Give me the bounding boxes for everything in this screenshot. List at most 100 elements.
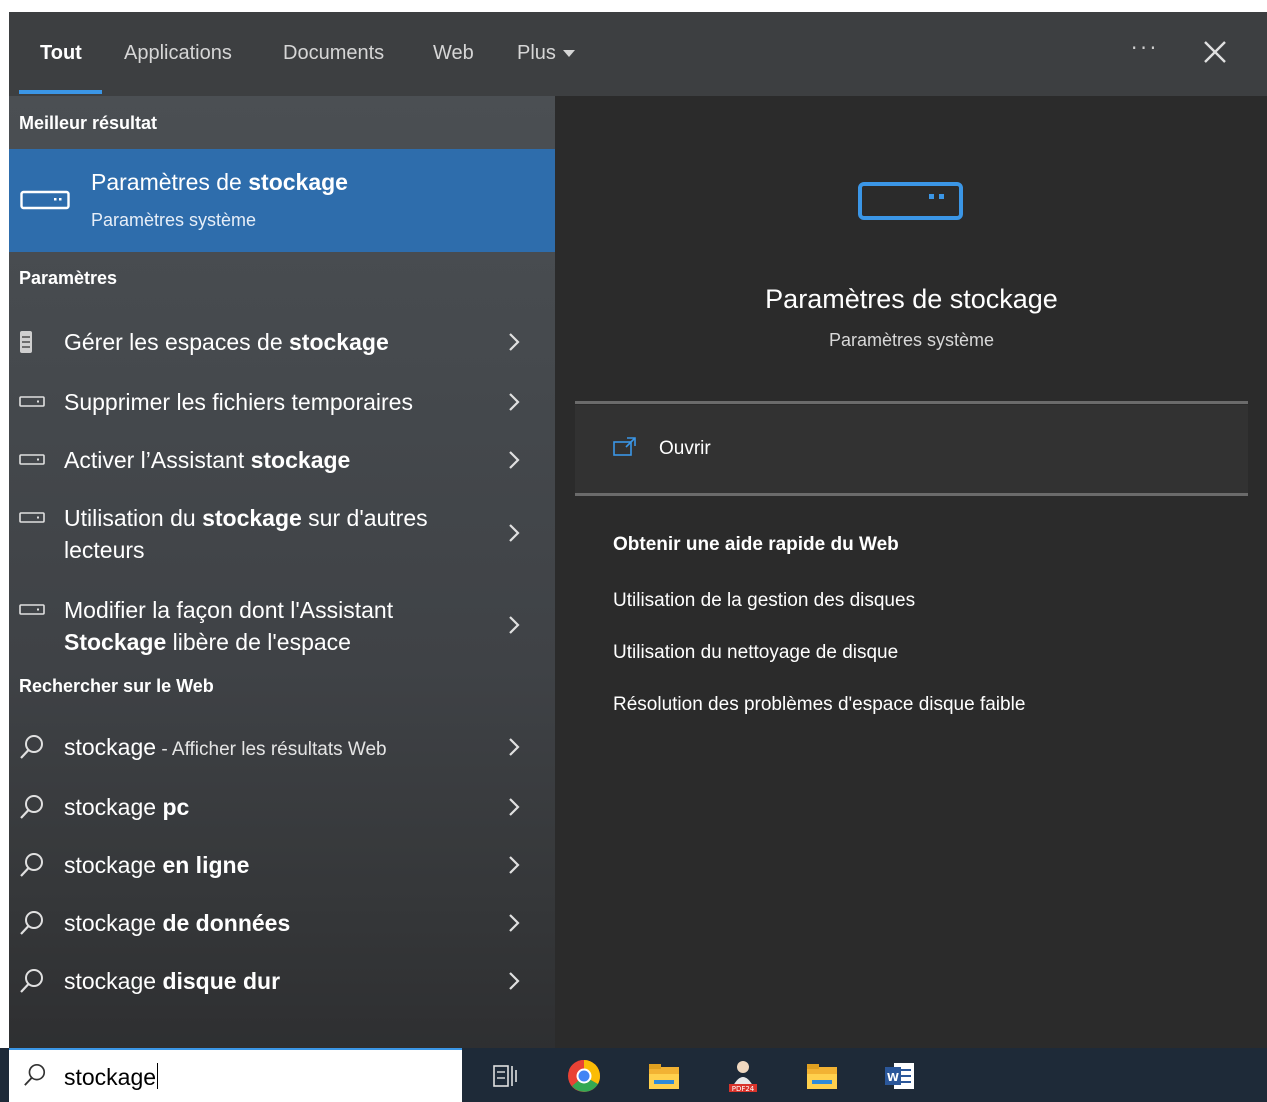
web-search-item[interactable]: stockage de données — [9, 896, 555, 948]
search-window: Tout Applications Documents Web Plus ···… — [9, 12, 1267, 1048]
tab-more[interactable]: Plus — [517, 42, 575, 65]
settings-item-manage-spaces[interactable]: Gérer les espaces de stockage — [9, 316, 555, 368]
label-bold: stockage — [250, 447, 351, 473]
chevron-right-icon — [509, 333, 520, 351]
search-text: stockage — [64, 1064, 157, 1090]
pdf24-icon[interactable]: PDF24 — [725, 1058, 761, 1094]
best-match-title-bold: stockage — [248, 169, 348, 195]
tab-applications[interactable]: Applications — [124, 42, 232, 65]
open-button[interactable]: Ouvrir — [575, 405, 1248, 493]
chevron-down-icon — [562, 50, 575, 58]
label-bold: disque dur — [162, 968, 281, 994]
label-text: lecteurs — [64, 537, 145, 563]
settings-item-label: Gérer les espaces de stockage — [64, 326, 389, 358]
search-icon — [20, 969, 43, 993]
label-bold: en ligne — [162, 852, 250, 878]
web-search-header: Rechercher sur le Web — [19, 676, 214, 696]
more-options-button[interactable]: ··· — [1131, 36, 1159, 60]
best-match-subtitle: Paramètres système — [91, 210, 257, 230]
open-label: Ouvrir — [659, 438, 711, 459]
web-search-label: stockage - Afficher les résultats Web — [64, 731, 387, 766]
settings-item-other-drives[interactable]: Utilisation du stockage sur d'autres lec… — [9, 492, 555, 574]
close-icon — [1204, 41, 1226, 63]
label-bold: stockage — [202, 505, 302, 531]
web-search-label: stockage de données — [64, 907, 290, 939]
tab-web[interactable]: Web — [433, 42, 474, 65]
label-text: stockage — [64, 968, 163, 994]
svg-text:W: W — [887, 1071, 899, 1084]
chevron-right-icon — [509, 972, 520, 990]
web-help-link[interactable]: Utilisation de la gestion des disques — [613, 590, 915, 612]
folder-icon[interactable] — [804, 1058, 840, 1094]
label-text: Utilisation du — [64, 505, 203, 531]
tab-documents[interactable]: Documents — [283, 42, 384, 65]
web-search-label: stockage disque dur — [64, 965, 280, 997]
search-icon — [20, 853, 43, 877]
preview-header: Paramètres de stockage Paramètres systèm… — [575, 116, 1248, 401]
best-match-header: Meilleur résultat — [19, 113, 158, 133]
chevron-right-icon — [509, 393, 520, 411]
storage-drive-icon — [20, 190, 70, 210]
chevron-right-icon — [509, 798, 520, 816]
web-search-label: stockage pc — [64, 791, 189, 823]
search-icon — [20, 735, 43, 759]
label-hint: - Afficher les résultats Web — [156, 739, 387, 760]
preview-subtitle: Paramètres système — [828, 330, 995, 350]
label-text: Activer l’Assistant — [64, 447, 251, 473]
chrome-icon[interactable] — [566, 1058, 602, 1094]
close-button[interactable] — [1197, 34, 1233, 70]
chevron-right-icon — [509, 914, 520, 932]
settings-item-label: Modifier la façon dont l'Assistant Stock… — [64, 594, 393, 658]
search-input-value: stockage — [64, 1063, 159, 1091]
web-help-header: Obtenir une aide rapide du Web — [613, 534, 899, 555]
word-icon[interactable]: W — [882, 1058, 918, 1094]
web-help-link[interactable]: Utilisation du nettoyage de disque — [613, 642, 898, 664]
task-view-icon[interactable] — [488, 1058, 524, 1094]
chevron-right-icon — [509, 856, 520, 874]
taskbar: stockage PDF24 W — [0, 1048, 1267, 1102]
preview-title: Paramètres de stockage — [765, 284, 1058, 314]
label-bold: pc — [162, 794, 190, 820]
label-text: stockage — [64, 794, 163, 820]
results-panel: Meilleur résultat Paramètres de stockage… — [9, 96, 555, 1048]
open-external-icon — [613, 437, 636, 456]
drive-icon — [19, 454, 45, 465]
web-search-item[interactable]: stockage - Afficher les résultats Web — [9, 720, 555, 772]
label-bold: de données — [162, 910, 291, 936]
settings-item-storage-sense[interactable]: Activer l’Assistant stockage — [9, 434, 555, 486]
tab-all[interactable]: Tout — [40, 42, 82, 65]
search-icon — [20, 911, 43, 935]
storage-drive-icon — [858, 182, 963, 220]
label-text: stockage — [64, 910, 163, 936]
settings-header: Paramètres — [19, 268, 118, 288]
drive-icon — [19, 604, 45, 615]
best-match-item[interactable]: Paramètres de stockage Paramètres systèm… — [9, 149, 555, 252]
label-text: Gérer les espaces de — [64, 329, 290, 355]
settings-item-storage-sense-config[interactable]: Modifier la façon dont l'Assistant Stock… — [9, 584, 555, 666]
search-input[interactable]: stockage — [9, 1048, 462, 1102]
web-search-item[interactable]: stockage pc — [9, 780, 555, 832]
settings-item-delete-temp[interactable]: Supprimer les fichiers temporaires — [9, 376, 555, 428]
search-icon — [20, 795, 43, 819]
label-text: stockage — [64, 852, 163, 878]
text-caret — [157, 1063, 159, 1089]
chevron-right-icon — [509, 524, 520, 542]
divider — [575, 401, 1248, 404]
label-text: sur d'autres — [301, 505, 428, 531]
file-explorer-icon[interactable] — [646, 1058, 682, 1094]
divider — [575, 493, 1248, 496]
search-tab-bar: Tout Applications Documents Web Plus ··· — [9, 12, 1267, 96]
web-search-item[interactable]: stockage disque dur — [9, 954, 555, 1006]
settings-item-label: Utilisation du stockage sur d'autres lec… — [64, 502, 428, 566]
web-help-link[interactable]: Résolution des problèmes d'espace disque… — [613, 694, 1025, 716]
settings-item-label: Supprimer les fichiers temporaires — [64, 389, 413, 415]
label-text: libère de l'espace — [166, 629, 351, 655]
web-search-item[interactable]: stockage en ligne — [9, 838, 555, 890]
search-icon — [24, 1064, 46, 1086]
label-bold: Stockage — [64, 629, 167, 655]
best-match-title-prefix: Paramètres de — [91, 169, 249, 195]
label-text: Modifier la façon dont l'Assistant — [64, 597, 394, 623]
storage-spaces-icon — [20, 331, 32, 353]
drive-icon — [19, 512, 45, 523]
drive-icon — [19, 396, 45, 407]
